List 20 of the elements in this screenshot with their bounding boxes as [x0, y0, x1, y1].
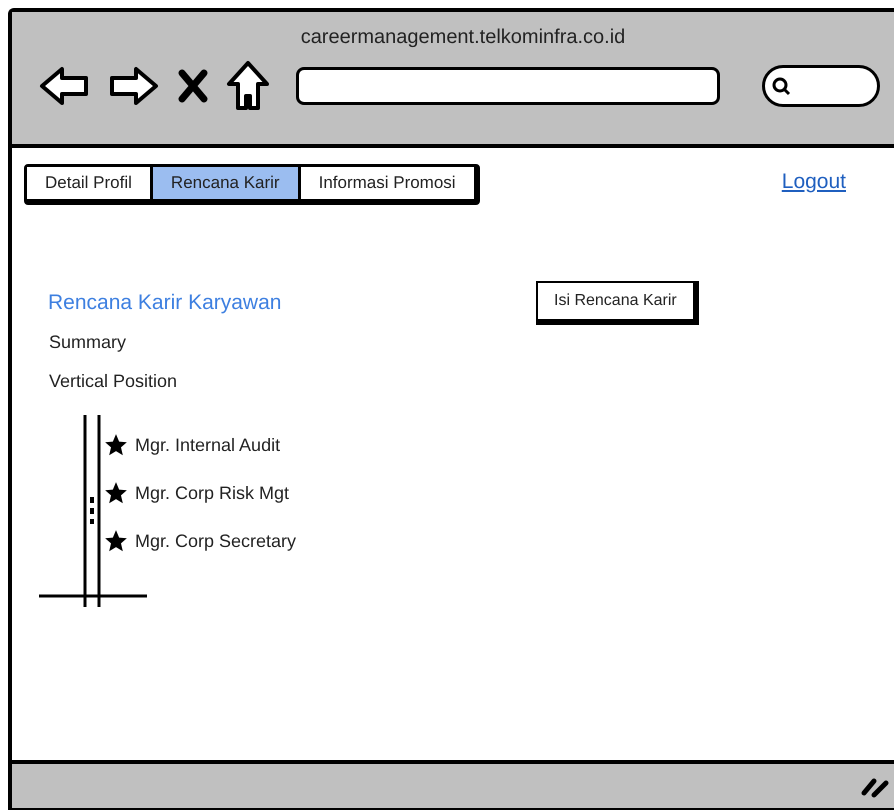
- position-title: Mgr. Internal Audit: [135, 434, 280, 457]
- fill-career-plan-button[interactable]: Isi Rencana Karir: [536, 281, 699, 325]
- home-icon[interactable]: [226, 60, 270, 112]
- address-field[interactable]: [296, 67, 720, 105]
- page-heading: Rencana Karir Karyawan: [48, 290, 282, 316]
- vertical-position-label: Vertical Position: [49, 370, 178, 393]
- page-url: careermanagement.telkominfra.co.id: [300, 25, 626, 50]
- position-title: Mgr. Corp Risk Mgt: [135, 482, 290, 505]
- star-icon: [103, 432, 129, 458]
- star-icon: [103, 528, 129, 554]
- logout-link[interactable]: Logout: [782, 166, 846, 198]
- position-title: Mgr. Corp Secretary: [135, 530, 296, 553]
- tab[interactable]: Rencana Karir: [150, 167, 298, 199]
- search-field[interactable]: [762, 65, 880, 107]
- close-icon[interactable]: [178, 69, 208, 103]
- star-icon: [103, 480, 129, 506]
- summary-label: Summary: [49, 331, 128, 354]
- forward-arrow-icon[interactable]: [108, 65, 160, 107]
- search-icon: [771, 76, 791, 96]
- back-arrow-icon[interactable]: [38, 65, 90, 107]
